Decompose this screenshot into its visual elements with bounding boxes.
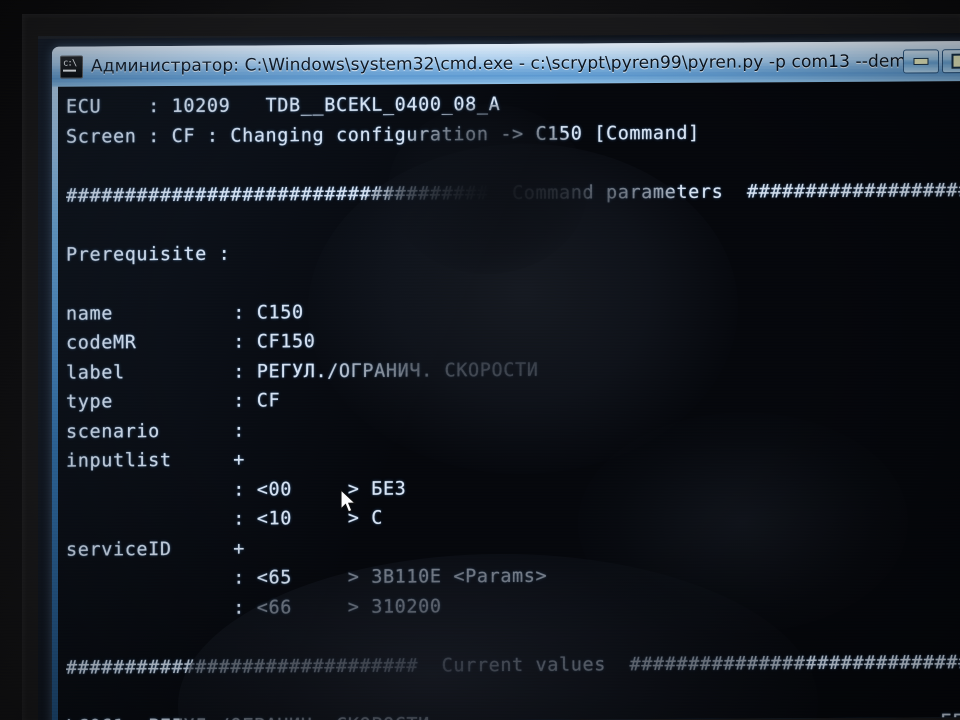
- minimize-icon: [913, 57, 929, 65]
- sep-left-hashes: ####################################: [66, 182, 489, 207]
- ecu-value: 10209 TDB__BCEKL_0400_08_A: [171, 93, 501, 117]
- item-text: БЕЗ: [371, 478, 407, 500]
- item-sep: :: [233, 596, 257, 619]
- item-arrow: >: [347, 566, 360, 588]
- param-sep: :: [233, 361, 245, 383]
- param-key: scenario: [66, 420, 160, 443]
- item-code: <10: [256, 508, 292, 530]
- item-arrow: >: [347, 478, 360, 500]
- param-sep: :: [233, 390, 245, 412]
- item-text: 3B110E <Params>: [371, 565, 548, 588]
- separator-command-parameters: #################################### Com…: [66, 176, 960, 211]
- param-key: inputlist: [66, 449, 172, 472]
- param-key: type: [66, 391, 113, 413]
- sep-right-hashes: ##############################: [629, 651, 960, 675]
- current-value-code: LC061: [66, 712, 125, 720]
- separator-current-values: ############################## Current v…: [66, 648, 960, 683]
- item-sep: :: [233, 567, 257, 589]
- cmd-console-icon: [60, 55, 83, 79]
- serviceid-sep: +: [233, 538, 245, 560]
- param-sep: :: [233, 302, 245, 324]
- param-key: name: [66, 302, 113, 325]
- param-sep: :: [233, 331, 245, 353]
- item-arrow: >: [347, 507, 360, 529]
- param-sep: :: [233, 420, 245, 442]
- window-controls: [903, 49, 960, 74]
- item-code: <00: [256, 478, 292, 500]
- monitor-photo: Администратор: C:\Windows\system32\cmd.e…: [0, 0, 960, 720]
- minimize-button[interactable]: [903, 49, 939, 74]
- maximize-button[interactable]: [942, 49, 960, 74]
- item-sep: :: [233, 508, 257, 530]
- sep-title: Current values: [441, 653, 606, 676]
- monitor-screen: Администратор: C:\Windows\system32\cmd.e…: [38, 33, 960, 720]
- ecu-label: ECU :: [66, 95, 172, 118]
- param-key: codeMR: [66, 332, 137, 354]
- param-value: РЕГУЛ./ОГРАНИЧ. СКОРОСТИ: [256, 359, 539, 382]
- cmd-window: Администратор: C:\Windows\system32\cmd.e…: [52, 41, 960, 720]
- item-code: <65: [256, 567, 292, 589]
- sep-right-hashes: ########################################…: [746, 177, 960, 202]
- screen-label: Screen :: [66, 125, 172, 148]
- maximize-icon: [951, 53, 960, 69]
- console-output[interactable]: ECU : 10209 TDB__BCEKL_0400_08_A Screen …: [58, 81, 960, 720]
- item-text: 310200: [371, 595, 442, 618]
- item-text: С: [371, 507, 383, 529]
- item-arrow: >: [347, 596, 360, 618]
- param-sep: +: [233, 449, 245, 471]
- param-value: CF: [256, 390, 281, 412]
- current-value-label: РЕГУЛ./ОГРАНИЧ. СКОРОСТИ: [148, 710, 430, 720]
- sep-title: Command parameters: [512, 181, 724, 204]
- param-key: label: [66, 361, 125, 384]
- item-code: <66: [256, 596, 292, 618]
- item-sep: :: [233, 478, 257, 501]
- window-title: Администратор: C:\Windows\system32\cmd.e…: [91, 51, 903, 77]
- screen-value: CF : Changing configuration -> C150 [Com…: [171, 122, 700, 147]
- serviceid-label: serviceID: [66, 538, 172, 561]
- param-value: C150: [256, 301, 304, 323]
- window-titlebar[interactable]: Администратор: C:\Windows\system32\cmd.e…: [52, 41, 960, 87]
- param-value: CF150: [256, 331, 316, 353]
- sep-left-hashes: ##############################: [66, 654, 419, 679]
